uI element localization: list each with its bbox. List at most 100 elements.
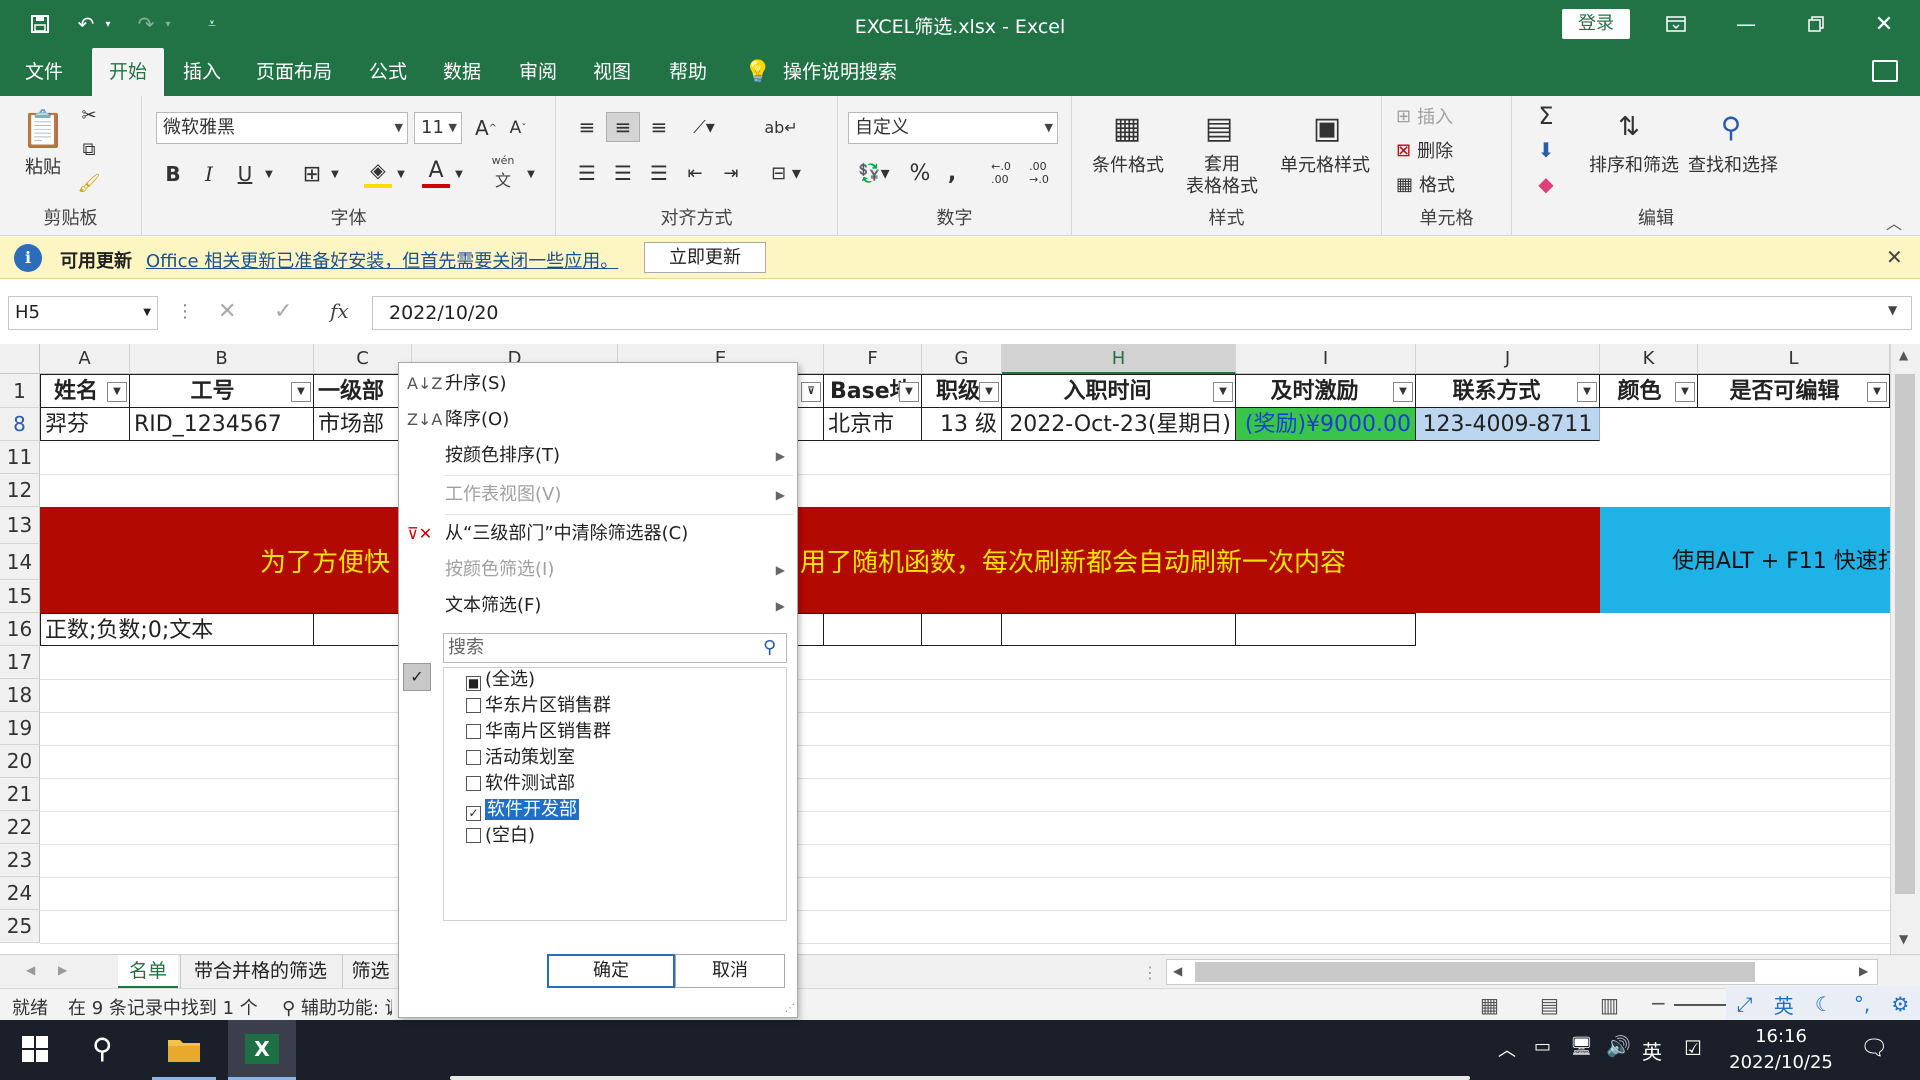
format-as-table-icon[interactable]: ▤ bbox=[1194, 104, 1244, 152]
row-header[interactable]: 16 bbox=[0, 613, 40, 646]
tab-review[interactable]: 审阅 bbox=[506, 48, 570, 96]
header-cell-contact[interactable]: 联系方式 ▼ bbox=[1416, 374, 1600, 408]
cell-b8[interactable]: RID_1234567 bbox=[130, 408, 314, 441]
clear-icon[interactable]: ◆ bbox=[1526, 170, 1566, 198]
chevron-down-icon[interactable]: ▼ bbox=[524, 160, 538, 188]
spreadsheet-grid[interactable]: A B C D E F G H I J K L 1 8 11 12 13 14 … bbox=[0, 344, 1920, 954]
filter-dropdown-icon[interactable]: ▼ bbox=[1213, 382, 1233, 402]
row-header[interactable]: 8 bbox=[0, 408, 40, 441]
scroll-right-icon[interactable]: ▶ bbox=[1859, 964, 1868, 978]
login-button[interactable]: 登录 bbox=[1562, 9, 1630, 39]
cancel-entry-icon[interactable]: ✕ bbox=[218, 299, 236, 324]
header-cell-incentive[interactable]: 及时激励 ▼ bbox=[1236, 374, 1416, 408]
select-all-corner[interactable] bbox=[0, 344, 40, 374]
cancel-button[interactable]: 取消 bbox=[675, 954, 785, 988]
ok-button[interactable]: 确定 bbox=[547, 954, 675, 988]
align-top-icon[interactable]: ≡ bbox=[572, 112, 602, 142]
filter-search-input[interactable]: 搜索 bbox=[443, 633, 787, 663]
column-header-l[interactable]: L bbox=[1698, 344, 1890, 374]
filter-dropdown-icon[interactable]: ▼ bbox=[1675, 382, 1695, 402]
expand-formula-icon[interactable]: ▼ bbox=[1888, 303, 1897, 317]
row-header[interactable]: 21 bbox=[0, 778, 40, 811]
scroll-down-icon[interactable]: ▼ bbox=[1899, 932, 1908, 946]
ime-moon-icon[interactable]: ☾ bbox=[1815, 992, 1833, 1016]
filter-dropdown-icon[interactable]: ▼ bbox=[1577, 382, 1597, 402]
increase-indent-icon[interactable]: ⇥ bbox=[716, 158, 746, 188]
search-icon[interactable]: ⚲ bbox=[92, 1032, 113, 1065]
conditional-format-icon[interactable]: ▦ bbox=[1102, 104, 1152, 152]
info-message-link[interactable]: Office 相关更新已准备好安装，但首先需要关闭一些应用。 bbox=[146, 247, 618, 273]
redo-icon[interactable]: ↷ bbox=[130, 8, 162, 40]
filter-dropdown-icon[interactable]: ▼ bbox=[291, 382, 311, 402]
filter-dropdown-icon[interactable]: ▼ bbox=[899, 382, 919, 402]
header-cell-level[interactable]: 职级 ▼ bbox=[922, 374, 1002, 408]
text-filters-item[interactable]: 文本筛选(F) ▶ bbox=[399, 589, 797, 623]
sheet-view-item[interactable]: 工作表视图(V) ▶ bbox=[399, 478, 797, 512]
cell-e16[interactable] bbox=[798, 613, 824, 646]
cell-f8[interactable]: 北京市 bbox=[824, 408, 922, 441]
decrease-indent-icon[interactable]: ⇤ bbox=[680, 158, 710, 188]
excel-taskbar-icon[interactable]: X bbox=[228, 1020, 296, 1080]
resize-grip-icon[interactable]: ⋰ bbox=[785, 1003, 795, 1014]
align-left-icon[interactable]: ☰ bbox=[572, 158, 602, 188]
page-break-view-icon[interactable]: ▥ bbox=[1600, 993, 1619, 1017]
align-bottom-icon[interactable]: ≡ bbox=[644, 112, 674, 142]
font-color-button[interactable]: A bbox=[422, 156, 450, 188]
column-header-g[interactable]: G bbox=[922, 344, 1002, 374]
conditional-format-button[interactable]: 条件格式 bbox=[1086, 152, 1170, 176]
accounting-format-icon[interactable]: 💱▾ bbox=[850, 158, 898, 188]
tab-home[interactable]: 开始 bbox=[92, 48, 164, 96]
filter-by-color-item[interactable]: 按颜色筛选(I) ▶ bbox=[399, 553, 797, 587]
autosum-button[interactable]: Σ bbox=[1526, 102, 1566, 130]
action-check-icon[interactable]: ☑ bbox=[1684, 1036, 1702, 1060]
tab-file[interactable]: 文件 bbox=[12, 48, 76, 96]
chevron-down-icon[interactable]: ▼ bbox=[452, 160, 466, 188]
page-layout-view-icon[interactable]: ▤ bbox=[1540, 993, 1559, 1017]
network-icon[interactable]: 🖥 bbox=[1570, 1036, 1593, 1057]
row-header[interactable]: 11 bbox=[0, 441, 40, 474]
next-sheet-icon[interactable]: ▶ bbox=[58, 963, 67, 977]
comma-button[interactable]: , bbox=[942, 158, 962, 188]
align-center-icon[interactable]: ☰ bbox=[608, 158, 638, 188]
filter-dropdown-icon[interactable]: ▼ bbox=[1867, 382, 1887, 402]
wrap-text-icon[interactable]: ab↵ bbox=[764, 112, 797, 142]
column-header-a[interactable]: A bbox=[40, 344, 130, 374]
copy-icon[interactable]: ⧉ bbox=[76, 136, 102, 162]
tab-splitter-icon[interactable]: ⋮ bbox=[1142, 963, 1158, 982]
cut-icon[interactable]: ✂ bbox=[76, 102, 102, 128]
format-painter-icon[interactable]: 🖌 bbox=[76, 170, 102, 196]
decrease-font-icon[interactable]: Aˇ bbox=[504, 114, 532, 142]
cell-e8[interactable] bbox=[798, 408, 824, 441]
header-cell-id[interactable]: 工号 ▼ bbox=[130, 374, 314, 408]
tell-me-search[interactable]: 操作说明搜索 bbox=[780, 48, 900, 96]
vertical-scroll-thumb[interactable] bbox=[1895, 374, 1915, 894]
status-accessibility[interactable]: ⚲ 辅助功能: 调 bbox=[282, 994, 392, 1020]
redo-dropdown-icon[interactable]: ▾ bbox=[160, 8, 176, 40]
percent-button[interactable]: % bbox=[906, 158, 934, 188]
confirm-entry-icon[interactable]: ✓ bbox=[274, 299, 292, 324]
number-format-combo[interactable]: 自定义 ▼ bbox=[848, 112, 1058, 144]
row-header[interactable]: 25 bbox=[0, 910, 40, 943]
undo-dropdown-icon[interactable]: ▾ bbox=[100, 8, 116, 40]
insert-function-button[interactable]: fx bbox=[330, 299, 349, 323]
align-right-icon[interactable]: ☰ bbox=[644, 158, 674, 188]
name-box[interactable]: H5 ▼ bbox=[8, 296, 158, 330]
cell-i16[interactable] bbox=[1236, 613, 1416, 646]
underline-button[interactable]: U bbox=[232, 160, 258, 188]
bold-button[interactable]: B bbox=[160, 160, 186, 188]
formula-input[interactable]: 2022/10/20 bbox=[372, 296, 1912, 330]
column-header-h[interactable]: H bbox=[1002, 344, 1236, 374]
clear-filter-item[interactable]: ⊽✕ 从“三级部门”中清除筛选器(C) bbox=[399, 517, 797, 551]
row-header[interactable]: 1 bbox=[0, 374, 40, 408]
filter-dropdown-icon[interactable]: ▼ bbox=[1393, 382, 1413, 402]
cell-f16[interactable] bbox=[824, 613, 922, 646]
cell-styles-icon[interactable]: ▣ bbox=[1302, 104, 1352, 152]
row-header[interactable]: 12 bbox=[0, 474, 40, 507]
sheet-tab[interactable]: 筛选 bbox=[342, 955, 398, 989]
cell-a8[interactable]: 羿芬 bbox=[40, 408, 130, 441]
restore-icon[interactable] bbox=[1800, 8, 1832, 40]
header-cell-name[interactable]: 姓名 ▼ bbox=[40, 374, 130, 408]
cell-a16[interactable]: 正数;负数;0;文本 bbox=[40, 613, 314, 646]
minimize-icon[interactable]: — bbox=[1730, 8, 1762, 40]
format-cells-button[interactable]: ▦ 格式 bbox=[1396, 170, 1496, 198]
